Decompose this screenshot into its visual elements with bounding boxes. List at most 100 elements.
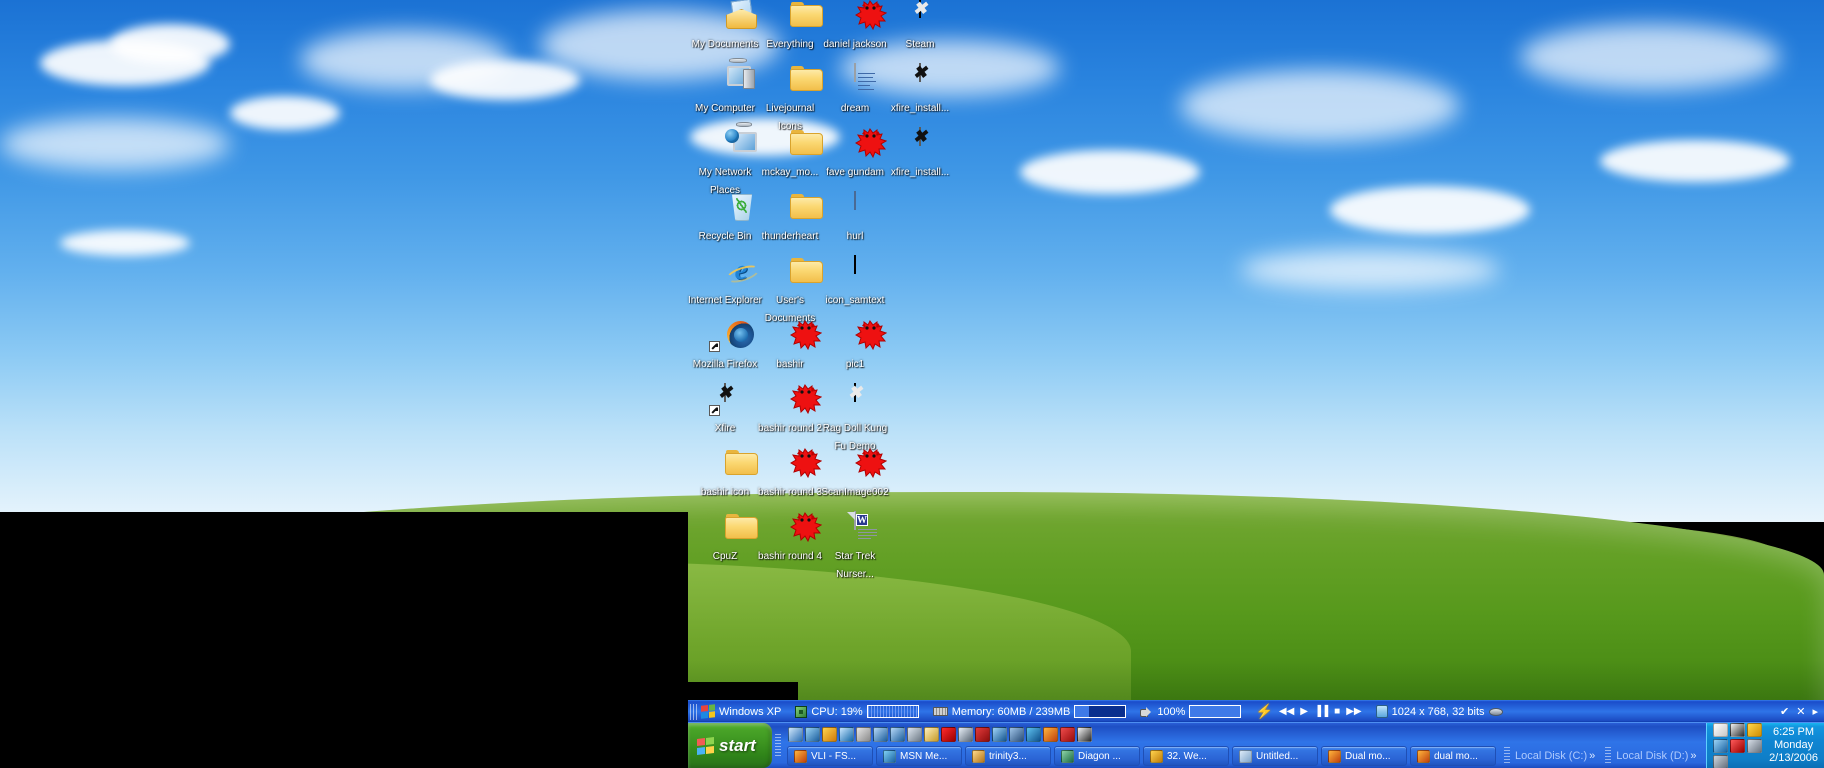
media-pause-button[interactable]: ▐▐	[1314, 706, 1328, 717]
desktop-icon-label: My Documents	[691, 39, 759, 50]
taskbar-desk-band[interactable]: Local Disk (D:)»	[1600, 745, 1698, 767]
desktop-icon[interactable]: hurl	[818, 191, 892, 244]
desktop-icon[interactable]: daniel jackson	[818, 0, 892, 52]
winamp-icon[interactable]	[1009, 727, 1024, 742]
disc-icon[interactable]	[958, 727, 973, 742]
cloud	[1600, 140, 1790, 182]
desktop-icon[interactable]: My Documents	[688, 0, 762, 52]
winamp-bolt-icon[interactable]: ⚡	[1255, 704, 1272, 718]
my-computer-icon	[709, 58, 747, 96]
toolbar-overflow-icon[interactable]: ▸	[1812, 705, 1818, 718]
desktop-icon[interactable]: Recycle Bin	[688, 192, 762, 244]
toolbar-volume-group[interactable]: 100%	[1140, 705, 1242, 718]
volume-slider[interactable]	[1189, 705, 1242, 718]
internet-explorer-quick-icon[interactable]	[992, 727, 1007, 742]
desktop-icon[interactable]: pic1	[818, 320, 892, 372]
firefox-quick-icon[interactable]	[1043, 727, 1058, 742]
taskbar-task-button[interactable]: dual mo...	[1410, 746, 1496, 766]
desktop-icon[interactable]: User's Documents	[753, 256, 827, 326]
red-splat-quick-icon[interactable]	[941, 727, 956, 742]
optical-drive-icon[interactable]	[1488, 707, 1503, 716]
safely-remove-hardware-tray-icon[interactable]	[1747, 738, 1762, 753]
desktop-icon-label: pic1	[845, 359, 865, 370]
toolbar-apply-icon[interactable]: ✔	[1780, 705, 1789, 718]
system-tray: 6:25 PM Monday 2/13/2006	[1706, 722, 1824, 768]
desktop-icon[interactable]: bashir icon	[688, 448, 762, 500]
desktop-icon[interactable]: ✖ xfire_install...	[883, 127, 957, 180]
desktop-icon[interactable]: My Network Places	[688, 122, 762, 198]
system-monitor-toolbar[interactable]: Windows XP CPU: 19% Memory: 60MB / 239MB…	[688, 700, 1824, 722]
taskbar-task-button[interactable]: 32. We...	[1143, 746, 1229, 766]
desktop-icon[interactable]: bashir round 4	[753, 512, 827, 564]
taskbar-clock[interactable]: 6:25 PM Monday 2/13/2006	[1769, 726, 1818, 765]
desktop-icon[interactable]: bashir	[753, 320, 827, 372]
show-desktop-icon[interactable]	[788, 727, 803, 742]
taskbar-task-label: dual mo...	[1434, 750, 1478, 762]
download-manager-icon[interactable]	[873, 727, 888, 742]
taskbar-divider[interactable]	[775, 733, 781, 758]
media-previous-button[interactable]: ◀◀	[1279, 706, 1294, 717]
desk-band-grip[interactable]	[1504, 747, 1510, 765]
taskbar-task-button[interactable]: Dual mo...	[1321, 746, 1407, 766]
taskbar-task-button[interactable]: MSN Me...	[876, 746, 962, 766]
desktop-icon[interactable]: bashir round 2	[753, 384, 827, 436]
speaker-icon[interactable]	[1140, 706, 1153, 718]
recycle-bin-icon	[709, 192, 741, 224]
desktop-icon[interactable]: ScanImage002	[818, 448, 892, 500]
desktop-icon[interactable]: mckay_mo...	[753, 128, 827, 180]
taskbar-task-button[interactable]: Diagon ...	[1054, 746, 1140, 766]
network-disconnected-tray-icon[interactable]	[1730, 738, 1745, 753]
toolbar-right-controls[interactable]: ✔ ✕ ▸	[1780, 705, 1818, 718]
desktop-icon[interactable]: bashir round 3	[753, 448, 827, 500]
xfire-launch-icon[interactable]	[1077, 727, 1092, 742]
desktop-icon[interactable]: ✖ Rag Doll Kung Fu Demo	[818, 383, 892, 454]
desktop-icon[interactable]: Livejournal Icons	[753, 64, 827, 134]
desktop-icon[interactable]: Internet Explorer	[688, 256, 762, 308]
desktop-icon[interactable]: dream	[818, 63, 892, 116]
msn-contact-tray-icon[interactable]	[1713, 738, 1728, 753]
media-stop-button[interactable]: ■	[1334, 706, 1340, 717]
xfire-quick-icon[interactable]	[822, 727, 837, 742]
taskbar-task-button[interactable]: Untitled...	[1232, 746, 1318, 766]
start-button[interactable]: start	[688, 723, 772, 768]
msn-messenger-icon[interactable]	[1026, 727, 1041, 742]
desktop-icon[interactable]: Mozilla Firefox	[688, 320, 762, 372]
notepad-icon[interactable]	[924, 727, 939, 742]
desktop-icon[interactable]: thunderheart	[753, 192, 827, 244]
taskbar-task-button[interactable]: VLI - FS...	[787, 746, 873, 766]
media-controls[interactable]: ⚡ ◀◀ ▶ ▐▐ ■ ▶▶	[1255, 704, 1361, 718]
desktop-icon[interactable]: W Star Trek Nurser...	[818, 511, 892, 582]
volume-tray-icon[interactable]	[1713, 754, 1728, 768]
chevron-double-right-icon[interactable]: »	[1690, 750, 1696, 762]
ff-deway-icon[interactable]	[1713, 722, 1728, 737]
memory-monitor-icon[interactable]	[856, 727, 871, 742]
taskbar-task-label: Diagon ...	[1078, 750, 1121, 762]
desktop-icon[interactable]: ✖ Xfire	[688, 383, 762, 436]
outlook-express-icon[interactable]	[805, 727, 820, 742]
desktop-icon[interactable]: fave gundam	[818, 128, 892, 180]
taskbar-desk-band[interactable]: Local Disk (C:)»	[1499, 745, 1597, 767]
desktop-icon[interactable]: My Computer	[688, 58, 762, 116]
desktop-icon[interactable]: ✖ xfire_install...	[883, 63, 957, 116]
desk-band-grip[interactable]	[1605, 747, 1612, 765]
toolbar-close-icon[interactable]: ✕	[1796, 705, 1805, 718]
desktop-icon[interactable]: Everything	[753, 0, 827, 52]
media-player-icon[interactable]	[839, 727, 854, 742]
toolbar-display-group[interactable]: 1024 x 768, 32 bits	[1375, 705, 1503, 718]
opera-icon[interactable]	[1060, 727, 1075, 742]
toolbar-grip[interactable]	[690, 703, 697, 720]
download-manager2-icon[interactable]	[890, 727, 905, 742]
taskbar-task-button[interactable]: trinity3...	[965, 746, 1051, 766]
xfire-tray-icon[interactable]	[1730, 722, 1745, 737]
media-next-button[interactable]: ▶▶	[1346, 706, 1361, 717]
chevron-double-right-icon[interactable]: »	[1589, 750, 1595, 762]
desktop-icon[interactable]: CpuZ	[688, 512, 762, 564]
desktop-icon[interactable]: icon_samtext	[818, 255, 892, 308]
cd-drive-icon[interactable]	[907, 727, 922, 742]
desktop-icon[interactable]: ✖ Steam	[883, 0, 957, 52]
desktop-icon-label: Everything	[766, 39, 814, 50]
media-play-button[interactable]: ▶	[1300, 706, 1308, 717]
smiley-tray-icon[interactable]	[1747, 722, 1762, 737]
help-icon[interactable]	[975, 727, 990, 742]
taskbar-task-label: Untitled...	[1256, 750, 1299, 762]
